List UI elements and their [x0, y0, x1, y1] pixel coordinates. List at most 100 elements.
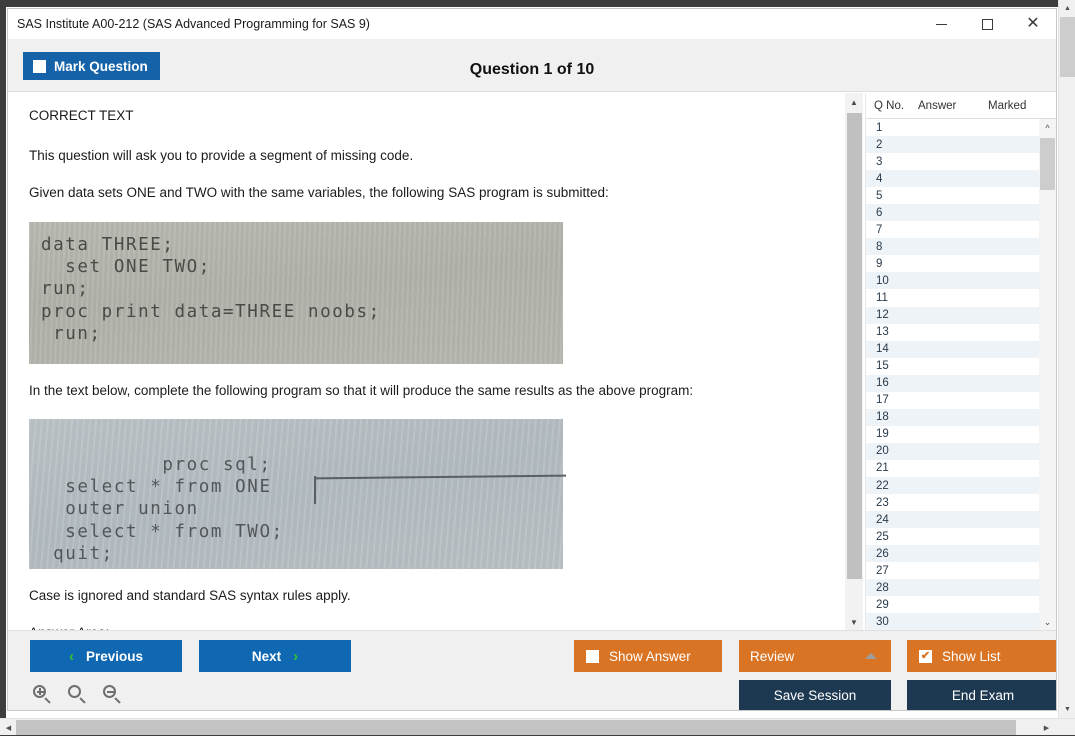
question-list-row[interactable]: 7 [866, 221, 1040, 239]
question-list-row[interactable]: 4 [866, 170, 1040, 188]
question-list-row[interactable]: 16 [866, 374, 1040, 392]
question-list-row[interactable]: 23 [866, 494, 1040, 512]
mark-question-checkbox-icon [33, 59, 46, 73]
end-exam-button[interactable]: End Exam [907, 680, 1056, 710]
maximize-icon [981, 18, 993, 30]
question-list-row[interactable]: 24 [866, 511, 1040, 529]
question-list-qno: 22 [876, 479, 889, 492]
question-list-row[interactable]: 18 [866, 408, 1040, 426]
question-instruction-text: In the text below, complete the followin… [29, 382, 694, 398]
content-scroll-thumb[interactable] [847, 113, 862, 579]
question-list-qno: 3 [876, 155, 883, 168]
outer-scroll-up-icon[interactable]: ▲ [1059, 0, 1075, 17]
question-list-row[interactable]: 13 [866, 323, 1040, 341]
question-header-bar: Question 1 of 10 Mark Question [8, 39, 1056, 92]
review-dropdown-button[interactable]: Review [739, 640, 891, 672]
question-list-row[interactable]: 15 [866, 357, 1040, 375]
question-list-qno: 10 [876, 274, 889, 287]
code-blank-caret-mark [314, 476, 316, 505]
mark-question-button[interactable]: Mark Question [23, 52, 160, 80]
question-list-row[interactable]: 9 [866, 255, 1040, 273]
question-list-row[interactable]: 21 [866, 459, 1040, 477]
question-list-qno: 15 [876, 360, 889, 373]
code-image-block-2-text: proc sql; select * from ONE outer union … [53, 454, 284, 565]
code-image-block-1: data THREE; set ONE TWO; run; proc print… [29, 222, 563, 364]
show-answer-button[interactable]: Show Answer [574, 640, 722, 672]
question-list-qno: 20 [876, 445, 889, 458]
question-type-label: CORRECT TEXT [29, 108, 134, 123]
qlist-scroll-down-icon[interactable]: ⌄ [1039, 614, 1056, 631]
column-header-marked: Marked [988, 99, 1027, 112]
question-list-row[interactable]: 10 [866, 272, 1040, 290]
question-list-row[interactable]: 11 [866, 289, 1040, 307]
zoom-controls [32, 684, 123, 705]
outer-scroll-left-icon[interactable]: ◀ [2, 719, 15, 736]
code-blank-underline [313, 474, 567, 480]
question-list-row[interactable]: 20 [866, 442, 1040, 460]
question-list-panel: Q No. Answer Marked 1 2 3 4 5 6 7 8 9 10 11 12 13 14 1… [865, 93, 1056, 631]
question-list-row[interactable]: 6 [866, 204, 1040, 222]
code-image-block-2: proc sql; select * from ONE outer union … [29, 419, 567, 569]
question-list-qno: 1 [876, 121, 883, 134]
question-list-qno: 29 [876, 598, 889, 611]
column-header-answer: Answer [918, 99, 957, 112]
question-list-row[interactable]: 25 [866, 528, 1040, 546]
question-list-qno: 26 [876, 547, 889, 560]
next-button[interactable]: Next › [199, 640, 351, 672]
question-list-qno: 13 [876, 326, 889, 339]
zoom-reset-icon[interactable] [67, 684, 88, 705]
question-list-row[interactable]: 12 [866, 306, 1040, 324]
question-list-row[interactable]: 27 [866, 562, 1040, 580]
question-list-qno: 12 [876, 309, 889, 322]
question-list-qno: 27 [876, 564, 889, 577]
question-list-scrollbar[interactable]: ^ ⌄ [1039, 119, 1056, 631]
question-list-qno: 28 [876, 581, 889, 594]
question-list-row[interactable]: 14 [866, 340, 1040, 358]
outer-scroll-thumb[interactable] [1060, 17, 1075, 77]
chevron-up-icon [865, 653, 877, 659]
minimize-button[interactable] [918, 9, 964, 39]
mark-question-label: Mark Question [54, 58, 148, 74]
outer-hscroll-thumb[interactable] [16, 720, 1016, 735]
minimize-icon [935, 23, 947, 25]
close-button[interactable]: ✕ [1010, 9, 1056, 39]
question-list-row[interactable]: 2 [866, 136, 1040, 154]
question-list-row[interactable]: 5 [866, 187, 1040, 205]
question-list-row[interactable]: 19 [866, 425, 1040, 443]
content-scroll-up-icon[interactable]: ▲ [845, 93, 863, 111]
question-list-row[interactable]: 29 [866, 596, 1040, 614]
question-list-qno: 9 [876, 257, 883, 270]
question-list-row[interactable]: 3 [866, 153, 1040, 171]
outer-scroll-right-icon[interactable]: ▶ [1040, 719, 1053, 736]
show-list-button[interactable]: ✔ Show List [907, 640, 1056, 672]
question-list-row[interactable]: 1 [866, 119, 1040, 137]
outer-horizontal-scrollbar[interactable]: ◀ ▶ [0, 718, 1075, 735]
outer-scroll-down-icon[interactable]: ▼ [1059, 701, 1075, 718]
zoom-in-icon[interactable] [32, 684, 53, 705]
outer-vertical-scrollbar[interactable]: ▲ ▼ [1058, 0, 1075, 718]
zoom-out-icon[interactable] [102, 684, 123, 705]
maximize-button[interactable] [964, 9, 1010, 39]
qlist-scroll-up-icon[interactable]: ^ [1039, 119, 1056, 136]
save-session-button[interactable]: Save Session [739, 680, 891, 710]
outer-top-border [0, 0, 1075, 7]
question-list-row[interactable]: 30 [866, 613, 1040, 631]
qlist-scroll-thumb[interactable] [1040, 138, 1055, 190]
show-answer-label: Show Answer [609, 648, 691, 664]
question-list-qno: 5 [876, 189, 883, 202]
content-vertical-scrollbar[interactable]: ▲ ▼ [845, 93, 863, 631]
question-list-row[interactable]: 22 [866, 476, 1040, 495]
question-list-rows: 1 2 3 4 5 6 7 8 9 10 11 12 13 14 15 16 17 18 19 20 21 22 23 24 2… [866, 119, 1040, 631]
question-list-row[interactable]: 8 [866, 238, 1040, 256]
previous-button[interactable]: ‹ Previous [30, 640, 182, 672]
content-scroll-down-icon[interactable]: ▼ [845, 613, 863, 631]
question-list-row[interactable]: 26 [866, 545, 1040, 563]
question-intro-text: This question will ask you to provide a … [29, 147, 414, 163]
outer-browser-frame: SAS Institute A00-212 (SAS Advanced Prog… [0, 0, 1075, 735]
question-list-row[interactable]: 17 [866, 391, 1040, 409]
question-list-qno: 25 [876, 530, 889, 543]
question-list-row[interactable]: 28 [866, 579, 1040, 597]
question-list-qno: 7 [876, 223, 883, 236]
outer-left-border [0, 0, 6, 735]
question-content-area: CORRECT TEXT This question will ask you … [8, 93, 844, 631]
